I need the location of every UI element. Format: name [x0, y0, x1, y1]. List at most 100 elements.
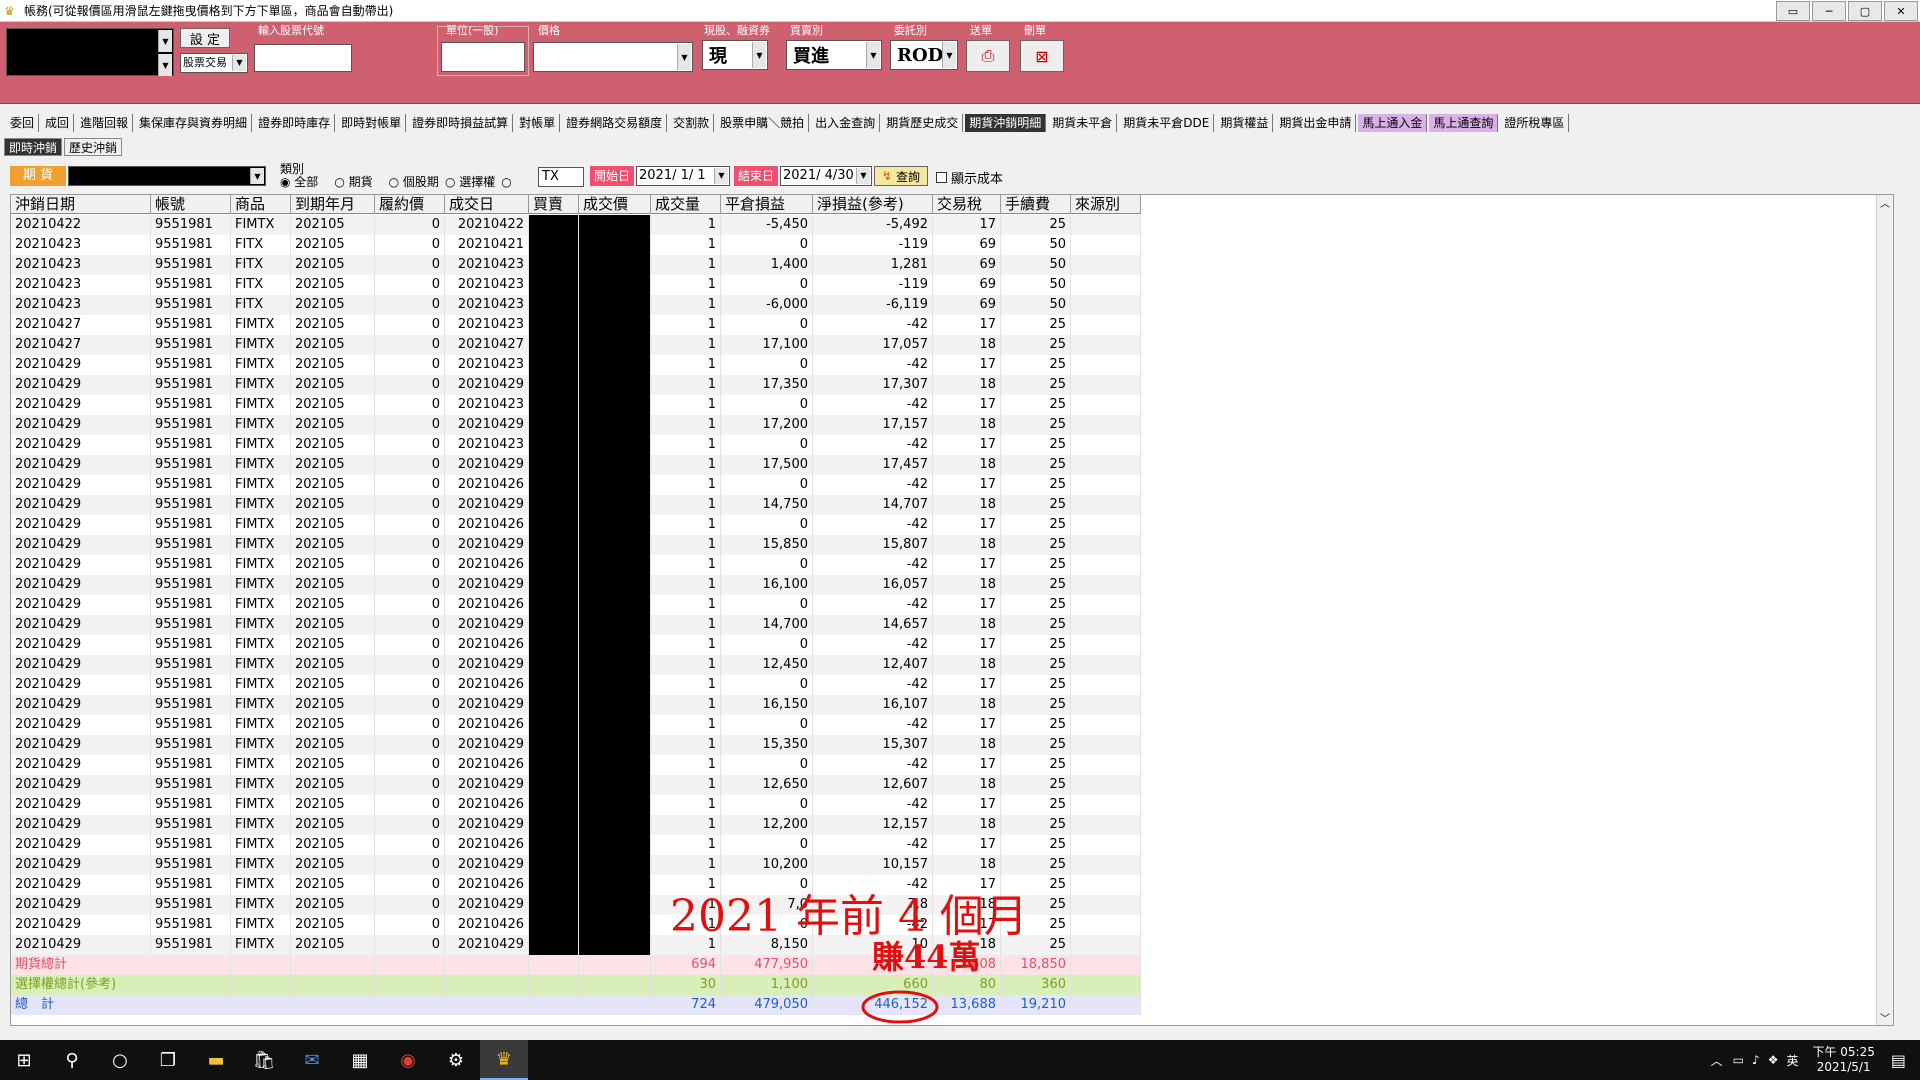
- cash-margin-select[interactable]: 現 ▼: [702, 40, 768, 70]
- column-header[interactable]: 交易稅: [933, 195, 1001, 214]
- tab-item[interactable]: 對帳單: [515, 114, 561, 132]
- task-view-icon[interactable]: ❐: [144, 1040, 192, 1080]
- account-dropdown[interactable]: ▼: [68, 166, 266, 186]
- scroll-down-icon[interactable]: ﹀: [1877, 1010, 1893, 1025]
- column-header[interactable]: 手續費: [1001, 195, 1071, 214]
- column-header[interactable]: 成交日: [445, 195, 529, 214]
- close-button[interactable]: ✕: [1884, 1, 1918, 21]
- tab-item[interactable]: 期貨出金申請: [1275, 114, 1357, 132]
- file-explorer-icon[interactable]: ▬: [192, 1040, 240, 1080]
- table-row[interactable]: 20210429 9551981 FIMTX 202105 0 20210426 1 0 -42…: [11, 675, 1141, 695]
- table-row[interactable]: 20210429 9551981 FIMTX 202105 0 20210426 1 0 -42…: [11, 475, 1141, 495]
- table-row[interactable]: 20210429 9551981 FIMTX 202105 0 20210429 1 12,6…: [11, 775, 1141, 795]
- radio-product[interactable]: ○: [501, 175, 511, 189]
- set-button[interactable]: 設 定: [180, 28, 230, 48]
- tab-item[interactable]: 期貨未平倉DDE: [1119, 114, 1215, 132]
- tab-item[interactable]: 馬上通入金: [1358, 114, 1428, 132]
- radio-futures[interactable]: ○ 期貨: [334, 173, 372, 190]
- tab-item[interactable]: 委回: [6, 114, 40, 132]
- table-row[interactable]: 20210423 9551981 FITX 202105 0 20210423 1 0 -119…: [11, 275, 1141, 295]
- column-header[interactable]: 平倉損益: [721, 195, 813, 214]
- radio-stock-futures[interactable]: ○ 個股期: [389, 173, 439, 190]
- table-row[interactable]: 20210429 9551981 FIMTX 202105 0 20210429 1 12,2…: [11, 815, 1141, 835]
- table-row[interactable]: 20210429 9551981 FIMTX 202105 0 20210429 1 16,1…: [11, 575, 1141, 595]
- clock[interactable]: 下午 05:25 2021/5/1: [1812, 1045, 1874, 1075]
- table-row[interactable]: 20210429 9551981 FIMTX 202105 0 20210423 1 0 -42…: [11, 355, 1141, 375]
- tab-item[interactable]: 證券即時損益試算: [408, 114, 514, 132]
- tray-chevron-icon[interactable]: ︿: [1711, 1052, 1723, 1069]
- table-row[interactable]: 20210429 9551981 FIMTX 202105 0 20210426 1 0 -42…: [11, 835, 1141, 855]
- dropbox-icon[interactable]: ❖: [1768, 1053, 1779, 1067]
- ime-indicator[interactable]: 英: [1786, 1052, 1798, 1069]
- notification-icon[interactable]: ▤: [1891, 1051, 1906, 1070]
- trade-type-select[interactable]: 股票交易 ▼: [180, 53, 248, 73]
- tab-item[interactable]: 交割款: [669, 114, 715, 132]
- delete-order-button[interactable]: ⊠: [1020, 40, 1064, 72]
- maximize-button[interactable]: ▢: [1848, 1, 1882, 21]
- vertical-scrollbar[interactable]: ︿ ﹀: [1876, 195, 1893, 1025]
- cortana-icon[interactable]: ○: [96, 1040, 144, 1080]
- tab-item[interactable]: 股票申購＼競拍: [716, 114, 810, 132]
- minimize-button[interactable]: ─: [1812, 1, 1846, 21]
- column-header[interactable]: 來源別: [1071, 195, 1141, 214]
- mail-icon[interactable]: ✉: [288, 1040, 336, 1080]
- product-input[interactable]: TX: [538, 167, 584, 187]
- subtab-item[interactable]: 即時沖銷: [4, 138, 63, 156]
- table-row[interactable]: 20210423 9551981 FITX 202105 0 20210423 1 -6,00…: [11, 295, 1141, 315]
- table-row[interactable]: 20210429 9551981 FIMTX 202105 0 20210429 1 17,2…: [11, 415, 1141, 435]
- tab-item[interactable]: 馬上通查詢: [1429, 114, 1499, 132]
- tool-icon[interactable]: ⚙: [432, 1040, 480, 1080]
- table-row[interactable]: 20210429 9551981 FIMTX 202105 0 20210429 1 14,7…: [11, 495, 1141, 515]
- table-row[interactable]: 20210429 9551981 FIMTX 202105 0 20210426 1 0 -42…: [11, 515, 1141, 535]
- column-header[interactable]: 成交量: [651, 195, 721, 214]
- radio-all[interactable]: ◉ 全部: [280, 173, 318, 190]
- table-row[interactable]: 20210422 9551981 FIMTX 202105 0 20210422 1 -5,4…: [11, 215, 1141, 235]
- tab-item[interactable]: 集保庫存與資券明細: [135, 114, 253, 132]
- windows-start-icon[interactable]: ⊞: [0, 1040, 48, 1080]
- table-row[interactable]: 20210429 9551981 FIMTX 202105 0 20210426 1 0 -42…: [11, 595, 1141, 615]
- table-row[interactable]: 20210429 9551981 FIMTX 202105 0 20210423 1 0 -42…: [11, 395, 1141, 415]
- layout-icon[interactable]: ▭: [1776, 1, 1810, 21]
- tab-item[interactable]: 即時對帳單: [337, 114, 407, 132]
- table-row[interactable]: 20210429 9551981 FIMTX 202105 0 20210426 1 0 -42…: [11, 715, 1141, 735]
- buy-sell-select[interactable]: 買進 ▼: [786, 40, 882, 70]
- tab-item[interactable]: 成回: [41, 114, 75, 132]
- tab-item[interactable]: 期貨沖銷明細: [965, 114, 1047, 132]
- table-row[interactable]: 20210429 9551981 FIMTX 202105 0 20210429 1 17,3…: [11, 375, 1141, 395]
- column-header[interactable]: 帳號: [151, 195, 231, 214]
- network-icon[interactable]: ▭: [1733, 1053, 1744, 1067]
- column-header[interactable]: 到期年月: [291, 195, 375, 214]
- stock-code-input[interactable]: [254, 44, 352, 72]
- table-row[interactable]: 20210423 9551981 FITX 202105 0 20210423 1 1,400…: [11, 255, 1141, 275]
- unit-input[interactable]: [441, 42, 525, 72]
- table-row[interactable]: 20210429 9551981 FIMTX 202105 0 20210426 1 0 -42…: [11, 795, 1141, 815]
- column-header[interactable]: 沖銷日期: [11, 195, 151, 214]
- column-header[interactable]: 淨損益(參考): [813, 195, 933, 214]
- table-row[interactable]: 20210429 9551981 FIMTX 202105 0 20210429 1 15,8…: [11, 535, 1141, 555]
- price-input[interactable]: ▼: [533, 42, 693, 72]
- tab-item[interactable]: 進階回報: [76, 114, 134, 132]
- tab-item[interactable]: 證券網路交易額度: [562, 114, 668, 132]
- tab-item[interactable]: 期貨未平倉: [1048, 114, 1118, 132]
- trading-app-icon[interactable]: ♛: [480, 1040, 528, 1080]
- show-cost-checkbox[interactable]: 顯示成本: [936, 168, 1003, 187]
- send-order-button[interactable]: ⎙: [966, 40, 1010, 72]
- column-header[interactable]: 買賣: [529, 195, 579, 214]
- tab-item[interactable]: 證券即時庫存: [254, 114, 336, 132]
- table-row[interactable]: 20210427 9551981 FIMTX 202105 0 20210423 1 0 -42…: [11, 315, 1141, 335]
- column-header[interactable]: 成交價: [579, 195, 651, 214]
- column-header[interactable]: 商品: [231, 195, 291, 214]
- subtab-item[interactable]: 歷史沖銷: [64, 138, 123, 156]
- table-row[interactable]: 20210429 9551981 FIMTX 202105 0 20210426 1 0 -42…: [11, 755, 1141, 775]
- tab-item[interactable]: 期貨歷史成交: [882, 114, 964, 132]
- table-row[interactable]: 20210429 9551981 FIMTX 202105 0 20210429 1 10,2…: [11, 855, 1141, 875]
- calculator-icon[interactable]: ▦: [336, 1040, 384, 1080]
- end-date-input[interactable]: 2021/ 4/30 ▼: [780, 166, 872, 186]
- account-select[interactable]: ▼ ▼: [6, 28, 174, 76]
- table-row[interactable]: 20210429 9551981 FIMTX 202105 0 20210429 1 15,3…: [11, 735, 1141, 755]
- table-row[interactable]: 20210429 9551981 FIMTX 202105 0 20210423 1 0 -42…: [11, 435, 1141, 455]
- tab-item[interactable]: 證所稅專區: [1500, 114, 1570, 132]
- table-row[interactable]: 20210429 9551981 FIMTX 202105 0 20210426 1 0 -42…: [11, 635, 1141, 655]
- tab-item[interactable]: 出入金查詢: [811, 114, 881, 132]
- order-type-select[interactable]: ROD ▼: [890, 40, 958, 70]
